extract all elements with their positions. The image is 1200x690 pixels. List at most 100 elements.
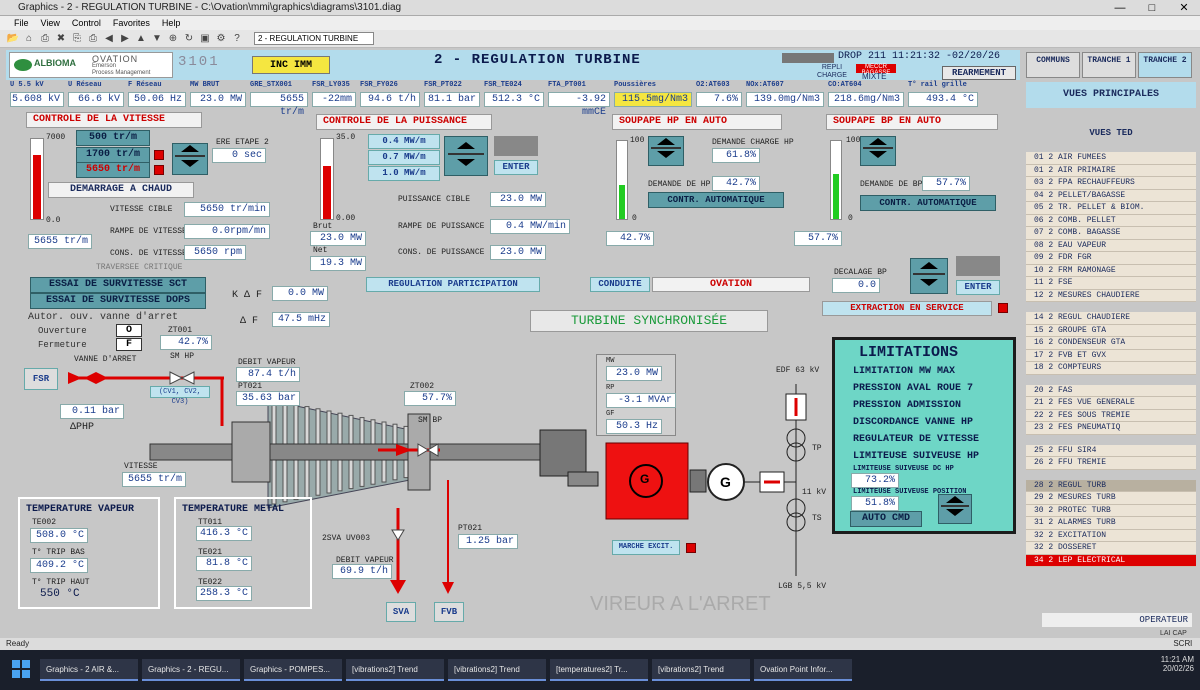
taskbar-item[interactable]: Ovation Point Infor...: [754, 659, 852, 681]
help-icon[interactable]: ?: [230, 32, 244, 46]
limit-raise-lower-buttons[interactable]: [938, 494, 972, 524]
tab-communs[interactable]: COMMUNS: [1026, 52, 1080, 78]
arrow-down-icon[interactable]: [946, 509, 964, 516]
tab-tranche-2[interactable]: TRANCHE 2: [1138, 52, 1192, 78]
taskbar-item[interactable]: [vibrations2] Trend: [346, 659, 444, 681]
nav-item[interactable]: 10 2 FRM RAMONAGE: [1026, 264, 1196, 277]
nav-item[interactable]: 14 2 REGUL CHAUDIERE: [1026, 312, 1196, 325]
essai-survitesse-sct-button[interactable]: ESSAI DE SURVITESSE SCT: [30, 277, 206, 293]
bp-raise-lower-buttons[interactable]: [860, 136, 896, 166]
extraction-en-service-indicator[interactable]: EXTRACTION EN SERVICE: [822, 301, 992, 316]
arrow-down-icon[interactable]: [657, 151, 675, 158]
nav-item[interactable]: 20 2 FAS: [1026, 384, 1196, 397]
up-icon[interactable]: ▲: [134, 32, 148, 46]
menu-help[interactable]: Help: [162, 16, 181, 30]
arrow-up-icon[interactable]: [869, 138, 887, 145]
back-icon[interactable]: ◀: [102, 32, 116, 46]
nav-item[interactable]: 29 2 MESURES TURB: [1026, 492, 1196, 505]
nav-item[interactable]: 32 2 DOSSERET: [1026, 542, 1196, 555]
copy-icon[interactable]: ⎘: [70, 32, 84, 46]
snapshot-icon[interactable]: ▣: [198, 32, 212, 46]
windows-start-icon[interactable]: [12, 660, 30, 678]
sm-hp-valve-b[interactable]: [180, 371, 195, 385]
nav-item[interactable]: 03 2 FPA RECHAUFFEURS: [1026, 177, 1196, 190]
decalage-raise-lower-buttons[interactable]: [910, 258, 948, 294]
arrow-down-icon[interactable]: [920, 279, 938, 286]
nav-item[interactable]: 01 2 AIR FUMEES: [1026, 152, 1196, 165]
diagram-selector[interactable]: 2 - REGULATION TURBINE: [254, 32, 374, 45]
nav-item[interactable]: 16 2 CONDENSEUR GTA: [1026, 337, 1196, 350]
vanne-arret-valve[interactable]: [84, 372, 108, 384]
nav-item[interactable]: 30 2 PROTEC TURB: [1026, 504, 1196, 517]
fvb-button[interactable]: FVB: [434, 602, 464, 622]
regulation-participation-button[interactable]: REGULATION PARTICIPATION: [366, 277, 540, 292]
nav-item[interactable]: 23 2 FES PNEUMATIQ: [1026, 422, 1196, 435]
zoom-icon[interactable]: ⊕: [166, 32, 180, 46]
vues-principales-button[interactable]: VUES PRINCIPALES: [1026, 82, 1196, 108]
nav-item[interactable]: 04 2 PELLET/BAGASSE: [1026, 189, 1196, 202]
menu-file[interactable]: File: [14, 16, 29, 30]
arrow-up-icon[interactable]: [920, 262, 938, 269]
nav-item[interactable]: 18 2 COMPTEURS: [1026, 362, 1196, 375]
nav-item[interactable]: 32 2 EXCITATION: [1026, 529, 1196, 542]
demarrage-button[interactable]: DEMARRAGE A CHAUD: [48, 182, 194, 198]
arrow-up-icon[interactable]: [457, 142, 475, 149]
nav-item[interactable]: 22 2 FES SOUS TREMIE: [1026, 409, 1196, 422]
arrow-up-icon[interactable]: [657, 138, 675, 145]
fsr-button[interactable]: FSR: [24, 368, 58, 390]
tab-tranche-1[interactable]: TRANCHE 1: [1082, 52, 1136, 78]
essai-survitesse-dops-button[interactable]: ESSAI DE SURVITESSE DOPS: [30, 293, 206, 309]
ouverture-button[interactable]: O: [116, 324, 142, 337]
taskbar-item[interactable]: [vibrations2] Trend: [448, 659, 546, 681]
menu-control[interactable]: Control: [72, 16, 101, 30]
power-ramp-07[interactable]: 0.7 MW/m: [368, 150, 440, 165]
minimize-icon[interactable]: —: [1104, 0, 1136, 16]
auto-cmd-button[interactable]: AUTO CMD: [850, 511, 922, 527]
marche-excit-button[interactable]: MARCHE EXCIT.: [612, 540, 680, 555]
refresh-icon[interactable]: ↻: [182, 32, 196, 46]
speed-setpoint-1700[interactable]: 1700 tr/m: [76, 147, 150, 163]
nav-item[interactable]: 07 2 COMB. BAGASSE: [1026, 227, 1196, 240]
nav-item[interactable]: 34 2 LEP ELECTRICAL: [1026, 554, 1196, 567]
taskbar-item[interactable]: Graphics - POMPES...: [244, 659, 342, 681]
nav-item[interactable]: 01 2 AIR PRIMAIRE: [1026, 164, 1196, 177]
nav-item[interactable]: 11 2 FSE: [1026, 277, 1196, 290]
close-diagram-icon[interactable]: ✖: [54, 32, 68, 46]
forward-icon[interactable]: ▶: [118, 32, 132, 46]
nav-item[interactable]: 31 2 ALARMES TURB: [1026, 517, 1196, 530]
decalage-enter-button[interactable]: ENTER: [956, 280, 1000, 295]
nav-item[interactable]: 09 2 FDR FGR: [1026, 252, 1196, 265]
nav-item[interactable]: 08 2 EAU VAPEUR: [1026, 239, 1196, 252]
print-icon[interactable]: ⎙: [38, 32, 52, 46]
sm-hp-valve[interactable]: [169, 371, 184, 385]
power-raise-lower-buttons[interactable]: [444, 136, 488, 176]
sva-valve[interactable]: [391, 529, 405, 541]
power-ramp-04[interactable]: 0.4 MW/m: [368, 134, 440, 149]
nav-item[interactable]: 26 2 FFU TREMIE: [1026, 457, 1196, 470]
arrow-up-icon[interactable]: [946, 496, 964, 503]
nav-item[interactable]: 21 2 FES VUE GENERALE: [1026, 397, 1196, 410]
taskbar-item[interactable]: [temperatures2] Tr...: [550, 659, 648, 681]
arrow-down-icon[interactable]: [181, 160, 199, 167]
speed-setpoint-5650[interactable]: 5650 tr/m: [76, 162, 150, 178]
taskbar-item[interactable]: [vibrations2] Trend: [652, 659, 750, 681]
speed-setpoint-500[interactable]: 500 tr/m: [76, 130, 150, 146]
operateur-field[interactable]: OPERATEUR: [1042, 613, 1192, 627]
maximize-icon[interactable]: □: [1136, 0, 1168, 16]
nav-item[interactable]: 25 2 FFU SIR4: [1026, 444, 1196, 457]
open-icon[interactable]: 📂: [6, 32, 20, 46]
arrow-down-icon[interactable]: [457, 159, 475, 166]
bp-contr-automatique-button[interactable]: CONTR. AUTOMATIQUE: [860, 195, 996, 211]
arrow-up-icon[interactable]: [181, 145, 199, 152]
nav-item[interactable]: 17 2 FVB ET GVX: [1026, 349, 1196, 362]
speed-raise-lower-buttons[interactable]: [172, 143, 208, 175]
hp-contr-automatique-button[interactable]: CONTR. AUTOMATIQUE: [648, 192, 784, 208]
sva-button[interactable]: SVA: [386, 602, 416, 622]
rearmement-button[interactable]: REARMEMENT: [942, 66, 1016, 80]
nav-item[interactable]: 15 2 GROUPE GTA: [1026, 324, 1196, 337]
power-ramp-10[interactable]: 1.0 MW/m: [368, 166, 440, 181]
home-icon[interactable]: ⌂: [22, 32, 36, 46]
menu-favorites[interactable]: Favorites: [113, 16, 150, 30]
nav-item[interactable]: 28 2 REGUL TURB: [1026, 479, 1196, 492]
taskbar-item[interactable]: Graphics - 2 - REGU...: [142, 659, 240, 681]
